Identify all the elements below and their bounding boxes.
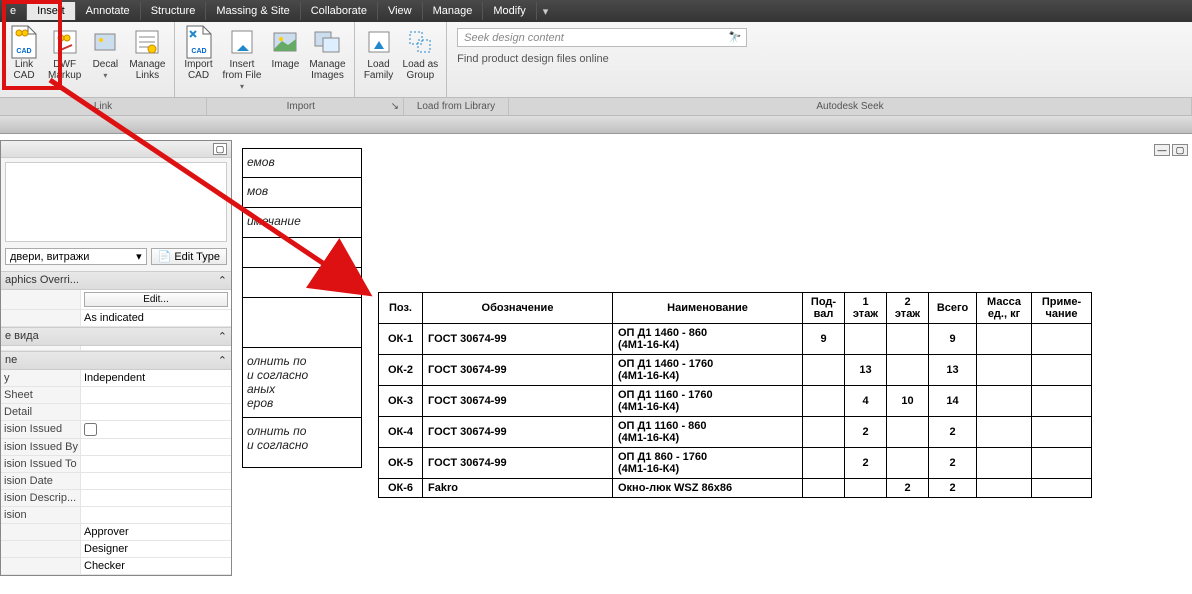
seek-search-input[interactable]: Seek design content 🔭 [457, 28, 747, 47]
manage-links-button[interactable]: ManageLinks [125, 24, 169, 97]
table-row: ОК-1ГОСТ 30674-99ОП Д1 1460 - 860(4М1-16… [379, 324, 1092, 355]
decal-button[interactable]: Decal▾ [85, 24, 125, 97]
view-window-controls: — ▢ [1154, 144, 1188, 156]
group-link: CAD LinkCAD DWFMarkup Decal▾ ManageLinks [0, 22, 175, 97]
titleblock-fragment: емов мов имечание олнить пои согласноаны… [242, 148, 362, 468]
dialog-launcher-icon[interactable]: ↘ [391, 101, 399, 112]
section-graphics[interactable]: aphics Overri...⌃ [1, 271, 231, 290]
group-label-link: Link [0, 98, 207, 115]
restore-icon[interactable]: ▢ [1172, 144, 1188, 156]
edit-type-icon: 📄 [158, 250, 172, 263]
decal-icon [89, 26, 121, 58]
ribbon-group-labels: Link Import↘ Load from Library Autodesk … [0, 98, 1192, 116]
ribbon-tabs: e Insert Annotate Structure Massing & Si… [0, 0, 1192, 22]
tab-massing[interactable]: Massing & Site [206, 2, 300, 20]
table-row: ОК-4ГОСТ 30674-99ОП Д1 1160 - 860(4М1-16… [379, 417, 1092, 448]
tab-insert[interactable]: Insert [27, 2, 76, 20]
section-me[interactable]: ne⌃ [1, 351, 231, 370]
tab-manage[interactable]: Manage [423, 2, 484, 20]
table-row: ОК-3ГОСТ 30674-99ОП Д1 1160 - 1760(4М1-1… [379, 386, 1092, 417]
type-thumbnail [5, 162, 227, 242]
insert-from-file-button[interactable]: Insertfrom File▾ [219, 24, 266, 97]
load-family-button[interactable]: LoadFamily [359, 24, 399, 97]
dwf-icon [49, 26, 81, 58]
section-vida[interactable]: е вида⌃ [1, 327, 231, 346]
manage-images-button[interactable]: ManageImages [305, 24, 349, 97]
load-group-button[interactable]: Load asGroup [399, 24, 443, 97]
tab-annotate[interactable]: Annotate [76, 2, 141, 20]
table-row: ОК-6FakroОкно-люк WSZ 86x8622 [379, 479, 1092, 498]
tab-collaborate[interactable]: Collaborate [301, 2, 378, 20]
seek-panel: Seek design content 🔭 Find product desig… [447, 22, 1192, 97]
import-cad-icon: CAD [183, 26, 215, 58]
tab-partial[interactable]: e [0, 2, 27, 20]
cad-doc-icon: CAD [8, 26, 40, 58]
group-label-import: Import↘ [207, 98, 404, 115]
issued-checkbox[interactable] [84, 423, 97, 436]
ribbon: CAD LinkCAD DWFMarkup Decal▾ ManageLinks… [0, 22, 1192, 98]
table-header-row: Поз. Обозначение Наименование Под-вал 1э… [379, 293, 1092, 324]
properties-titlebar: ▢ [1, 141, 231, 158]
image-icon [269, 26, 301, 58]
link-cad-button[interactable]: CAD LinkCAD [4, 24, 44, 97]
import-cad-button[interactable]: CAD ImportCAD [179, 24, 219, 97]
schedule-table: Поз. Обозначение Наименование Под-вал 1э… [378, 292, 1092, 498]
insert-file-icon [226, 26, 258, 58]
load-group-icon [404, 26, 436, 58]
close-icon[interactable]: ▢ [213, 143, 227, 155]
svg-text:CAD: CAD [191, 48, 206, 55]
table-row: ОК-2ГОСТ 30674-99ОП Д1 1460 - 1760(4М1-1… [379, 355, 1092, 386]
dwf-markup-button[interactable]: DWFMarkup [44, 24, 85, 97]
group-label-load: Load from Library [404, 98, 509, 115]
type-selector[interactable]: двери, витражи▾ [5, 248, 147, 265]
svg-text:CAD: CAD [16, 48, 31, 55]
tab-structure[interactable]: Structure [141, 2, 207, 20]
spacer-bar [0, 116, 1192, 134]
binoculars-icon: 🔭 [726, 31, 740, 44]
link-list-icon [131, 26, 163, 58]
group-label-seek: Autodesk Seek [509, 98, 1192, 115]
tab-overflow-icon[interactable]: ▾ [537, 2, 555, 21]
table-row: ОК-5ГОСТ 30674-99ОП Д1 860 - 1760(4М1-16… [379, 448, 1092, 479]
tab-view[interactable]: View [378, 2, 423, 20]
load-family-icon [363, 26, 395, 58]
chevron-down-icon: ▾ [136, 250, 142, 263]
minimize-icon[interactable]: — [1154, 144, 1170, 156]
edit-button[interactable]: Edit... [84, 292, 228, 307]
tab-modify[interactable]: Modify [483, 2, 536, 20]
seek-description: Find product design files online [457, 53, 1182, 65]
properties-panel: ▢ двери, витражи▾ 📄Edit Type aphics Over… [0, 140, 232, 576]
image-button[interactable]: Image [265, 24, 305, 97]
group-import: CAD ImportCAD Insertfrom File▾ Image Man… [175, 22, 355, 97]
manage-images-icon [311, 26, 343, 58]
edit-type-button[interactable]: 📄Edit Type [151, 248, 227, 265]
group-load: LoadFamily Load asGroup [355, 22, 448, 97]
